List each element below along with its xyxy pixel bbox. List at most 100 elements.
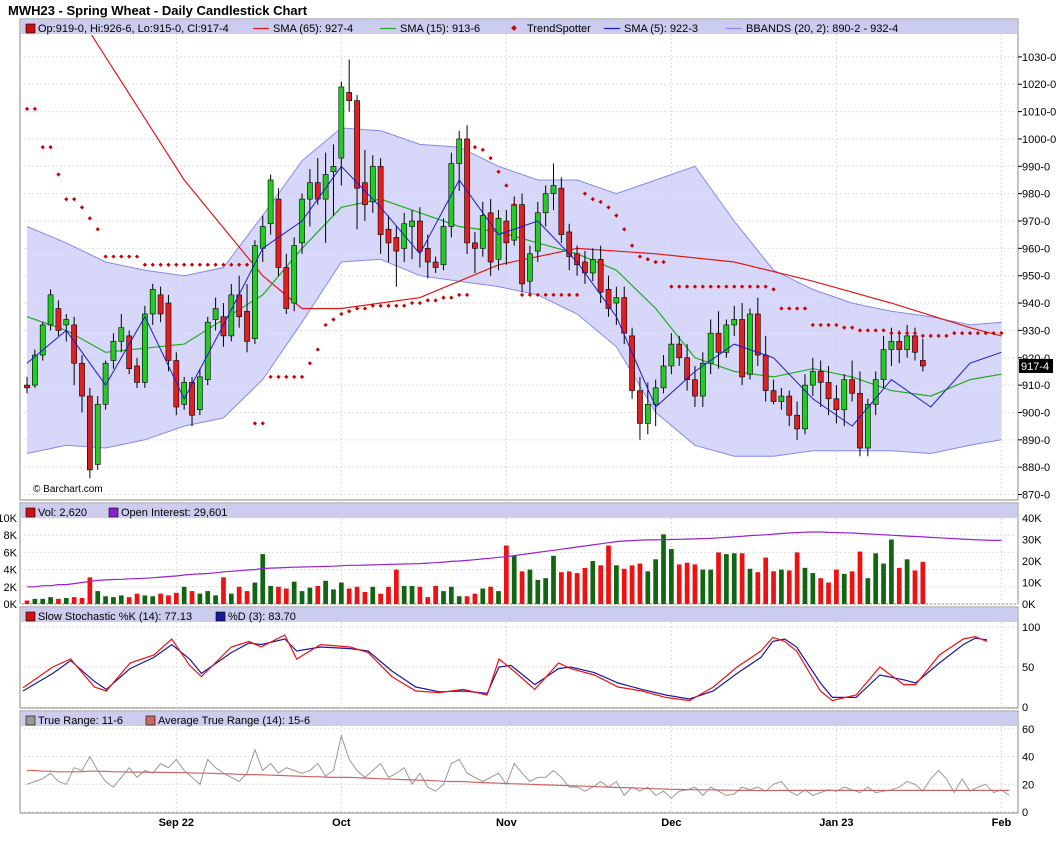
candle-body: [511, 204, 518, 241]
volume-bar: [441, 591, 446, 604]
candle-body: [424, 248, 431, 263]
candle-body: [346, 92, 353, 101]
legend-swatch: [25, 611, 36, 622]
candle-body: [417, 220, 423, 252]
candle-body: [432, 261, 439, 268]
volume-bar: [873, 553, 879, 604]
vol-y-tick-label: 4K: [4, 565, 18, 577]
volume-bar: [315, 585, 321, 604]
stoch-y-tick-label: 0: [1022, 702, 1028, 714]
volume-bar: [150, 596, 156, 604]
legend-oi: Open Interest: 29,601: [121, 507, 227, 519]
volume-bar: [904, 559, 910, 604]
candle-body: [472, 242, 478, 249]
tr-y-tick-label: 20: [1022, 779, 1034, 791]
candle-body: [181, 382, 188, 405]
volume-bar: [417, 586, 423, 604]
volume-bar: [653, 559, 659, 604]
volume-bar: [158, 593, 163, 604]
legend-swatch: [25, 715, 36, 726]
candle-body: [589, 258, 596, 274]
candle-body: [542, 193, 549, 214]
volume-bar: [543, 578, 549, 604]
volume-bar: [24, 600, 30, 604]
volume-bar: [834, 569, 839, 604]
candle-body: [362, 182, 368, 205]
candle-body: [919, 360, 926, 367]
volume-bar: [221, 577, 226, 604]
legend-swatch: [25, 507, 36, 518]
legend-stoch_k: Slow Stochastic %K (14): 77.13: [38, 611, 192, 623]
candle-body: [550, 185, 557, 194]
candle-body: [637, 390, 643, 424]
volume-bar: [299, 591, 305, 604]
volume-bar: [582, 567, 588, 604]
chart-canvas: 870-0880-0890-0900-0910-0920-0930-0940-0…: [0, 18, 1056, 829]
candle-body: [134, 365, 140, 383]
candle-body: [770, 390, 777, 402]
volume-bar: [692, 564, 698, 604]
volume-bar: [590, 561, 596, 604]
y-tick-label: 990-0: [1022, 161, 1050, 173]
candle-body: [165, 302, 172, 361]
candle-body: [534, 212, 541, 252]
volume-bar: [205, 591, 211, 604]
oi-y-tick-label: 20K: [1022, 556, 1042, 568]
legend-vol: Vol: 2,620: [38, 507, 87, 519]
volume-bar: [574, 573, 580, 604]
candle-body: [393, 237, 400, 252]
y-tick-label: 950-0: [1022, 271, 1050, 283]
volume-bar: [716, 552, 721, 604]
volume-bar: [511, 555, 517, 604]
volume-bar: [213, 595, 218, 604]
candle-body: [79, 362, 85, 397]
volume-bar: [260, 554, 266, 604]
volume-bar: [166, 595, 171, 604]
vol-y-tick-label: 0K: [4, 599, 18, 611]
candle-body: [385, 228, 392, 244]
volume-bar: [173, 592, 179, 604]
y-tick-label: 930-0: [1022, 325, 1050, 337]
volume-bar: [503, 545, 509, 604]
volume-bar: [519, 571, 525, 604]
candle-body: [660, 365, 667, 389]
candle-body: [197, 376, 203, 411]
volume-bar: [71, 597, 77, 604]
candle-body: [32, 354, 38, 386]
legend-swatch: [25, 23, 36, 34]
volume-bar: [433, 585, 438, 604]
stoch-y-tick-label: 100: [1022, 622, 1040, 634]
volume-bar: [841, 573, 847, 604]
legend-swatch: [145, 715, 156, 726]
legend-atr: Average True Range (14): 15-6: [158, 715, 310, 727]
candle-body: [307, 182, 313, 200]
volume-bar: [464, 596, 470, 604]
volume-bar: [197, 593, 203, 604]
volume-bar: [228, 593, 234, 604]
x-tick-label: Dec: [661, 817, 681, 829]
candle-body: [244, 310, 250, 342]
y-tick-label: 970-0: [1022, 216, 1050, 228]
candle-body: [849, 379, 855, 394]
volume-bar: [559, 572, 564, 604]
oi-y-tick-label: 30K: [1022, 535, 1042, 547]
volume-bar: [393, 569, 399, 604]
candle-body: [558, 187, 565, 235]
candle-body: [731, 319, 738, 326]
volume-bar: [268, 585, 273, 604]
legend-sma15: SMA (15): 913-6: [400, 23, 480, 35]
candle-body: [582, 261, 588, 274]
candle-body: [322, 174, 329, 200]
volume-bar: [48, 597, 53, 604]
volume-bar: [566, 571, 572, 604]
volume-bar: [291, 581, 297, 604]
candle-body: [283, 267, 290, 309]
volume-bar: [802, 567, 808, 604]
candle-body: [401, 223, 408, 249]
candle-body: [487, 212, 494, 263]
candle-body: [817, 371, 824, 383]
legend-ohlc: Op:919-0, Hi:926-6, Lo:915-0, Cl:917-4: [38, 23, 229, 35]
candle-body: [291, 245, 298, 304]
vol-y-tick-label: 2K: [4, 582, 18, 594]
volume-bar: [606, 545, 611, 604]
